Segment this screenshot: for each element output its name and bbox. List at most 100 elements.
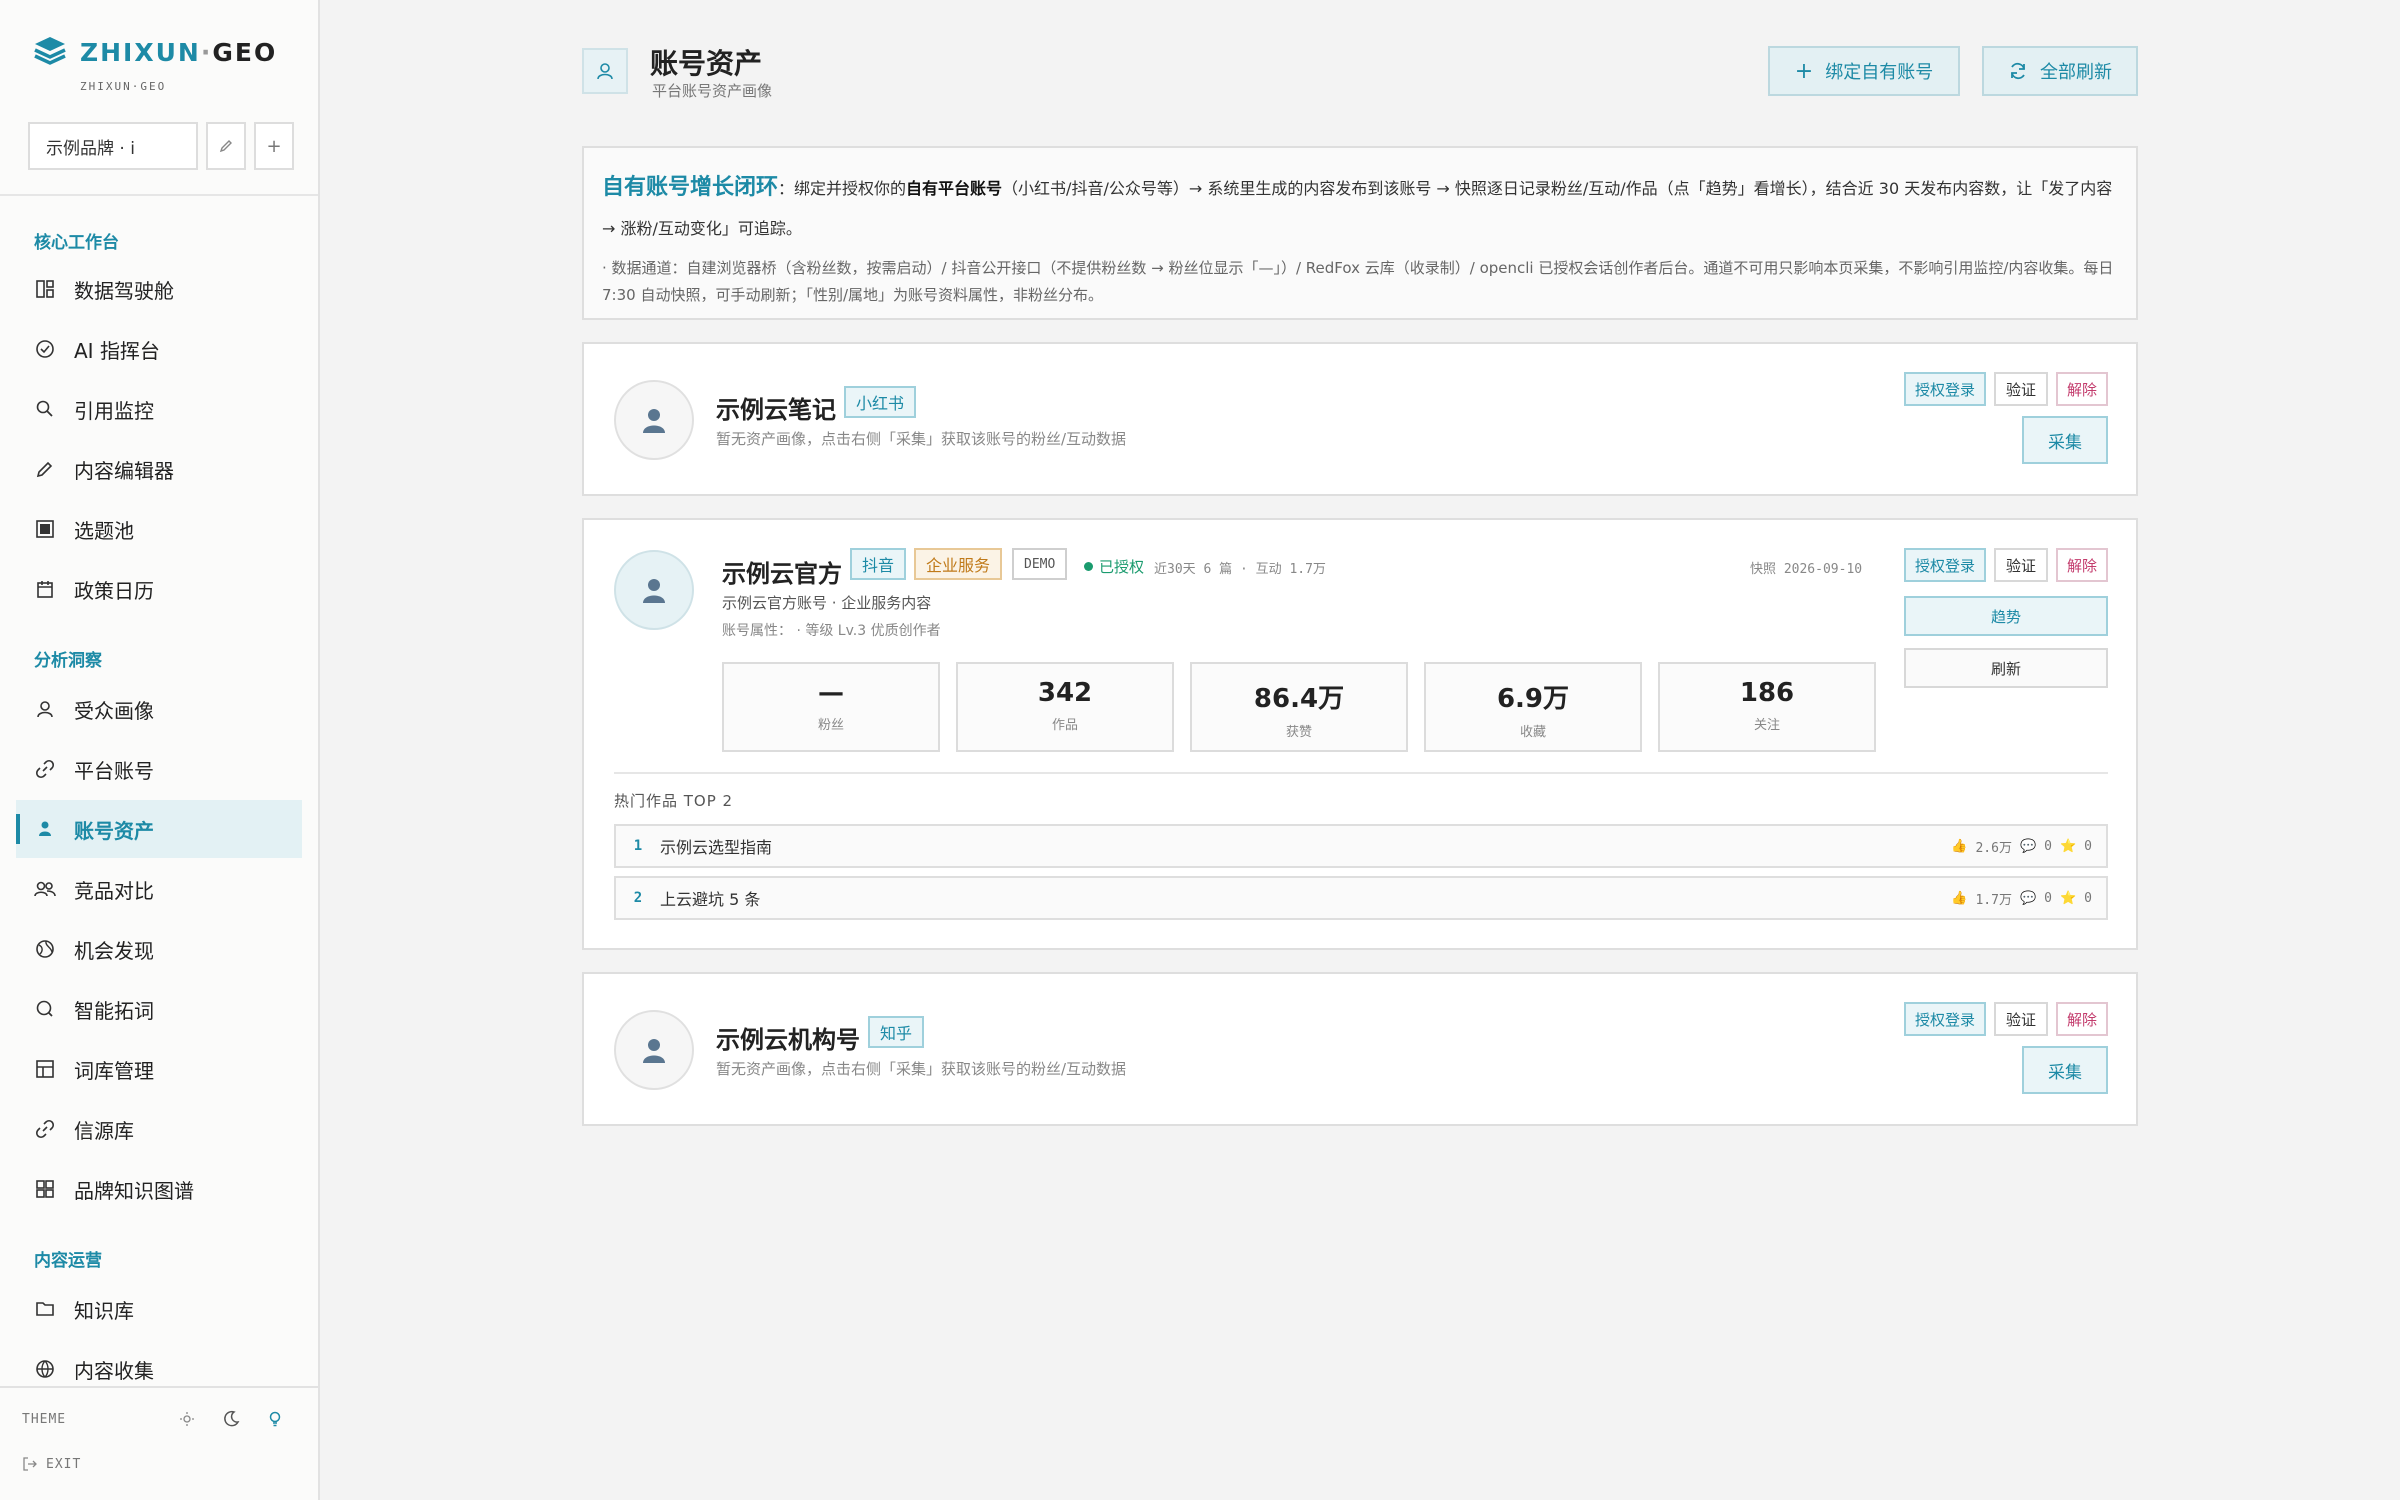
thumbs-up-icon: 👍: [1951, 838, 1968, 854]
nav-item-label: 选题池: [74, 518, 134, 543]
moon-icon[interactable]: [220, 1408, 242, 1430]
user-icon: [34, 698, 56, 720]
platform-tag: 知乎: [868, 1016, 925, 1048]
top-work-row[interactable]: 1 示例云选型指南 👍 2.6万 💬 0 ⭐ 0: [614, 824, 2108, 868]
calendar-icon: [34, 578, 56, 600]
list-box-icon: [34, 518, 56, 540]
nav-item-keyword-expand[interactable]: 智能拓词: [16, 980, 302, 1038]
recent-activity: 近30天 6 篇 · 互动 1.7万: [1154, 562, 1326, 577]
nav-item-citation-monitor[interactable]: 引用监控: [16, 380, 302, 438]
account-description: 示例云官方账号 · 企业服务内容: [722, 594, 932, 612]
unbind-button[interactable]: 解除: [2056, 372, 2108, 406]
verify-button[interactable]: 验证: [1994, 1002, 2048, 1036]
nav-item-label: 机会发现: [74, 938, 154, 963]
nav-item-label: 信源库: [74, 1118, 134, 1143]
person-icon: [643, 409, 665, 433]
stat-label: 获赞: [1285, 725, 1312, 740]
auth-login-button[interactable]: 授权登录: [1904, 1002, 1986, 1036]
unbind-button[interactable]: 解除: [2056, 548, 2108, 582]
refresh-all-button[interactable]: 全部刷新: [1982, 46, 2138, 96]
industry-tag: 企业服务: [914, 548, 1003, 580]
stat-value: 186: [1739, 678, 1795, 708]
nav-item-label: 词库管理: [74, 1058, 154, 1083]
account-name: 示例云笔记: [716, 396, 836, 424]
bind-account-button[interactable]: + 绑定自有账号: [1768, 46, 1960, 96]
nav-item-lexicon[interactable]: 词库管理: [16, 1040, 302, 1098]
account-card: 示例云笔记 小红书 暂无资产画像，点击右侧「采集」获取该账号的粉丝/互动数据 授…: [582, 342, 2138, 496]
trend-button[interactable]: 趋势: [1904, 596, 2108, 636]
nav-item-content-editor[interactable]: 内容编辑器: [16, 440, 302, 498]
nav-item-knowledge-base[interactable]: 知识库: [16, 1280, 302, 1338]
collect-button[interactable]: 采集: [2022, 1046, 2108, 1094]
stat-card-favorites: 6.9万 收藏: [1424, 662, 1642, 752]
sun-icon[interactable]: [176, 1408, 198, 1430]
account-card: 示例云机构号 知乎 暂无资产画像，点击右侧「采集」获取该账号的粉丝/互动数据 授…: [582, 972, 2138, 1126]
nav-item-policy-calendar[interactable]: 政策日历: [16, 560, 302, 618]
stat-label: 作品: [1051, 718, 1078, 733]
account-attributes: 账号属性： · 等级 Lv.3 优质创作者: [722, 623, 941, 639]
bulb-icon[interactable]: [264, 1408, 286, 1430]
nav-item-label: AI 指挥台: [74, 338, 160, 363]
logo-text: ZHIXUN·GEO: [80, 37, 278, 67]
sidebar-footer-divider: [0, 1386, 318, 1388]
nav-item-account-assets[interactable]: 账号资产: [16, 800, 302, 858]
exit-label: EXIT: [46, 1456, 82, 1472]
nav-item-dashboard[interactable]: 数据驾驶舱: [16, 260, 302, 318]
logo-layers-icon: [34, 37, 66, 65]
nav-item-ai-command[interactable]: AI 指挥台: [16, 320, 302, 378]
stat-value: —: [818, 678, 844, 708]
nav-item-sources[interactable]: 信源库: [16, 1100, 302, 1158]
sidebar: ZHIXUN·GEO ZHIXUN·GEO 示例品牌 · i + 核心工作台 数…: [0, 0, 320, 1500]
unbind-button[interactable]: 解除: [2056, 1002, 2108, 1036]
nav-item-label: 内容编辑器: [74, 458, 174, 483]
person-icon: [643, 1039, 665, 1063]
nav-item-topic-pool[interactable]: 选题池: [16, 500, 302, 558]
star-icon: ⭐: [2059, 838, 2077, 854]
platform-tag: 抖音: [850, 548, 907, 580]
plus-icon: +: [1794, 58, 1814, 84]
add-brand-button[interactable]: +: [254, 122, 294, 170]
nav-item-label: 平台账号: [74, 758, 154, 783]
auth-login-button[interactable]: 授权登录: [1904, 372, 1986, 406]
user-filled-icon: [34, 818, 56, 840]
chain-icon: [34, 1118, 56, 1140]
nav-item-competitor[interactable]: 竞品对比: [16, 860, 302, 918]
edit-brand-button[interactable]: [206, 122, 246, 170]
refresh-icon: [2011, 62, 2025, 80]
brand-select[interactable]: 示例品牌 · i: [28, 122, 198, 170]
nav-item-platform-accounts[interactable]: 平台账号: [16, 740, 302, 798]
nav-group-analysis: 分析洞察: [34, 651, 102, 671]
verify-button[interactable]: 验证: [1994, 548, 2048, 582]
refresh-button[interactable]: 刷新: [1904, 648, 2108, 688]
nav-item-audience[interactable]: 受众画像: [16, 680, 302, 738]
theme-switcher: [176, 1408, 286, 1430]
avatar: [614, 380, 694, 460]
account-name: 示例云官方: [722, 560, 842, 588]
nav-item-content-collect[interactable]: 内容收集: [16, 1340, 302, 1398]
link-icon: [34, 758, 56, 780]
page-icon: [582, 48, 628, 94]
stat-card-works: 342 作品: [956, 662, 1174, 752]
verify-button[interactable]: 验证: [1994, 372, 2048, 406]
avatar: [614, 550, 694, 630]
grid-icon: [34, 1178, 56, 1200]
theme-label: THEME: [22, 1412, 67, 1427]
top-work-row[interactable]: 2 上云避坑 5 条 👍 1.7万 💬 0 ⭐ 0: [614, 876, 2108, 920]
collect-button[interactable]: 采集: [2022, 416, 2108, 464]
stat-value: 342: [1037, 678, 1093, 708]
stat-card-followers: — 粉丝: [722, 662, 940, 752]
person-icon: [643, 579, 665, 603]
nav-item-label: 竞品对比: [74, 878, 154, 903]
nav-item-opportunity[interactable]: 机会发现: [16, 920, 302, 978]
logo[interactable]: ZHIXUN·GEO: [32, 34, 277, 70]
plus-icon: +: [266, 135, 282, 157]
pencil-icon: [219, 140, 232, 153]
nav-item-knowledge-graph[interactable]: 品牌知识图谱: [16, 1160, 302, 1218]
work-index: 1: [633, 838, 643, 854]
account-name: 示例云机构号: [716, 1026, 860, 1054]
demo-tag: DEMO: [1012, 548, 1068, 580]
exit-button[interactable]: EXIT: [22, 1456, 81, 1472]
work-title: 上云避坑 5 条: [660, 890, 761, 909]
auth-status: 已授权: [1084, 556, 1144, 577]
auth-login-button[interactable]: 授权登录: [1904, 548, 1986, 582]
